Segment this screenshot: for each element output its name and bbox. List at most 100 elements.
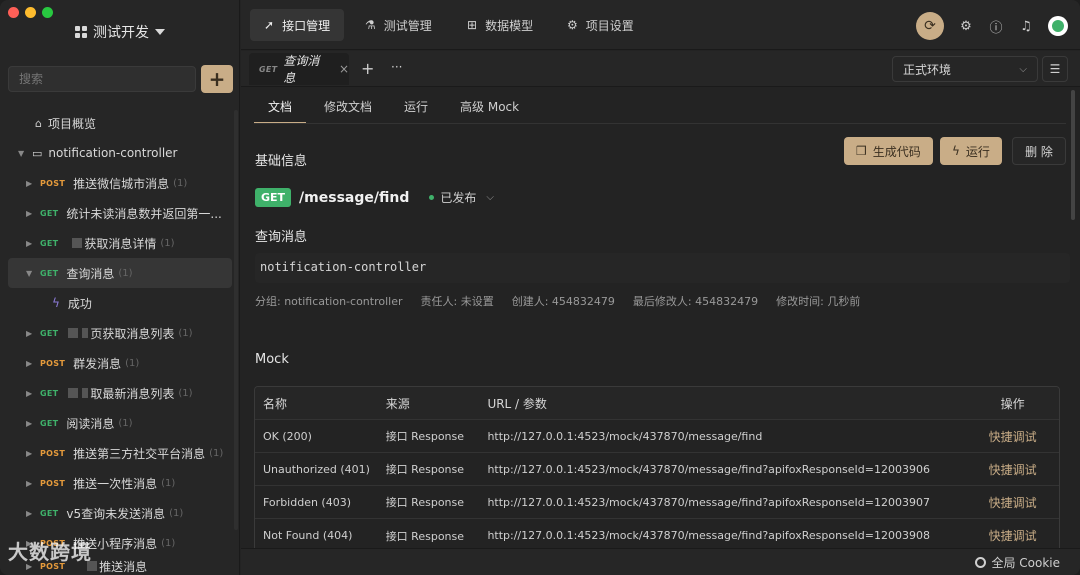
method-badge: POST <box>40 178 66 188</box>
tree-item-selected[interactable]: ▼ GET 查询消息 (1) <box>8 258 232 288</box>
method-badge: GET <box>40 208 59 218</box>
sidebar-scrollbar[interactable] <box>234 110 238 530</box>
chevron-down-icon: ⌵ <box>486 192 494 203</box>
method-badge: POST <box>40 358 66 368</box>
item-label: 推送微信城市消息 <box>73 176 170 191</box>
item-count: (1) <box>125 357 140 369</box>
item-label: 群发消息 <box>73 356 122 371</box>
method-badge: GET <box>40 418 59 428</box>
mock-title: Mock <box>255 352 289 367</box>
maximize-window-button[interactable] <box>42 7 53 18</box>
tree-item[interactable]: ▶ GET v5查询未发送消息 (1) <box>0 498 240 528</box>
cell-url[interactable]: http://127.0.0.1:4523/mock/437870/messag… <box>487 430 966 443</box>
minimize-window-button[interactable] <box>25 7 36 18</box>
bell-icon[interactable]: ♫ <box>1018 18 1034 34</box>
subtab-edit-doc[interactable]: 修改文档 <box>310 88 386 124</box>
new-tab-button[interactable]: + <box>361 59 374 78</box>
project-switcher[interactable]: 测试开发 <box>0 22 240 42</box>
doc-tab-active[interactable]: GET 查询消息 × <box>249 53 349 85</box>
item-label: 成功 <box>67 296 92 311</box>
tree-item[interactable]: ▶ GET 统计未读消息数并返回第一... <box>0 198 240 228</box>
run-button[interactable]: ϟ 运行 <box>940 137 1002 165</box>
cube-icon: ❒ <box>856 144 867 158</box>
caret-right-icon: ▶ <box>26 508 33 518</box>
cell-url[interactable]: http://127.0.0.1:4523/mock/437870/messag… <box>487 496 966 509</box>
close-window-button[interactable] <box>8 7 19 18</box>
header-source: 来源 <box>385 396 410 411</box>
cell-name: OK (200) <box>263 429 312 443</box>
environment-select[interactable]: 正式环境 ⌵ <box>892 56 1038 82</box>
redacted-block <box>82 388 89 398</box>
tree-item[interactable]: ▶ GET 取最新消息列表 (1) <box>0 378 240 408</box>
tree-item-overview[interactable]: ⌂ 项目概览 <box>0 108 240 138</box>
item-count: (1) <box>173 177 188 189</box>
description-block: notification-controller <box>255 253 1070 283</box>
tab-test-management[interactable]: ⚗ 测试管理 <box>351 9 446 41</box>
subtab-run[interactable]: 运行 <box>390 88 442 124</box>
tab-data-model[interactable]: ⊞ 数据模型 <box>453 9 547 41</box>
quick-debug-link[interactable]: 快捷调试 <box>989 529 1037 543</box>
tree-item[interactable]: ▶ POST 推送一次性消息 (1) <box>0 468 240 498</box>
tree-item[interactable]: ▶ GET 获取消息详情 (1) <box>0 228 240 258</box>
gear-icon: ⚙ <box>567 18 578 32</box>
add-button[interactable]: + <box>201 65 233 93</box>
caret-right-icon: ▶ <box>26 478 33 488</box>
tab-project-settings[interactable]: ⚙ 项目设置 <box>553 9 648 41</box>
environment-menu-button[interactable]: ☰ <box>1042 56 1068 82</box>
top-right-icons: ⟳ ⚙ ⓘ ♫ <box>916 12 1068 40</box>
header-url: URL / 参数 <box>487 396 547 411</box>
generate-code-button[interactable]: ❒ 生成代码 <box>844 137 933 165</box>
status-dropdown[interactable]: 已发布 ⌵ <box>429 189 494 206</box>
flask-icon: ⚗ <box>365 18 376 32</box>
item-label: v5查询未发送消息 <box>66 506 166 521</box>
item-count: (1) <box>161 477 176 489</box>
tab-api-management[interactable]: ➚ 接口管理 <box>250 9 345 41</box>
avatar[interactable] <box>1048 16 1068 36</box>
tree-item[interactable]: ▶ POST 群发消息 (1) <box>0 348 240 378</box>
close-icon[interactable]: × <box>339 62 349 76</box>
search-field[interactable] <box>8 66 196 92</box>
method-badge: GET <box>255 188 292 207</box>
delete-button[interactable]: 删 除 <box>1012 137 1066 165</box>
tab-label: 项目设置 <box>585 18 634 33</box>
help-icon[interactable]: ⓘ <box>988 18 1004 36</box>
subtab-advanced-mock[interactable]: 高级 Mock <box>446 88 533 124</box>
grid-icon <box>75 26 87 38</box>
tab-label: 接口管理 <box>282 18 331 33</box>
tab-name: 查询消息 <box>283 54 320 85</box>
settings-icon[interactable]: ⚙ <box>958 18 974 34</box>
environment-label: 正式环境 <box>903 62 952 77</box>
item-label: 统计未读消息数并返回第一... <box>66 206 222 221</box>
caret-right-icon: ▶ <box>26 418 33 428</box>
quick-debug-link[interactable]: 快捷调试 <box>989 496 1037 510</box>
cell-url[interactable]: http://127.0.0.1:4523/mock/437870/messag… <box>487 529 966 542</box>
status-label: 已发布 <box>440 191 477 205</box>
global-cookie-button[interactable]: 全局 Cookie <box>975 554 1060 571</box>
redacted-block <box>68 328 79 338</box>
tree-item[interactable]: ▶ GET 页获取消息列表 (1) <box>0 318 240 348</box>
caret-right-icon: ▶ <box>26 208 33 218</box>
meta-owner: 责任人: 未设置 <box>420 295 494 308</box>
main-scrollbar[interactable] <box>1071 90 1075 220</box>
tree-item[interactable]: ▶ POST 推送第三方社交平台消息 (1) <box>0 438 240 468</box>
more-tabs-button[interactable]: ··· <box>391 60 402 74</box>
quick-debug-link[interactable]: 快捷调试 <box>989 430 1037 444</box>
list-icon: ☰ <box>1049 62 1061 76</box>
tree-folder[interactable]: ▼ ▭ notification-controller <box>0 138 240 168</box>
quick-debug-link[interactable]: 快捷调试 <box>989 463 1037 477</box>
redacted-block <box>72 238 83 248</box>
sync-button[interactable]: ⟳ <box>916 12 944 40</box>
chevron-down-icon: ⌵ <box>1019 63 1027 75</box>
status-dot <box>429 195 435 200</box>
tree-item[interactable]: ▶ GET 阅读消息 (1) <box>0 408 240 438</box>
tab-method: GET <box>259 64 278 74</box>
table-header: 名称 来源 URL / 参数 操作 <box>255 387 1059 420</box>
cell-source: 接口 Response <box>385 529 465 543</box>
refresh-icon: ⟳ <box>924 18 936 34</box>
subtab-doc[interactable]: 文档 <box>254 88 307 124</box>
top-navigation: ➚ 接口管理 ⚗ 测试管理 ⊞ 数据模型 ⚙ 项目设置 ⟳ ⚙ ⓘ ♫ <box>241 0 1080 50</box>
tree-item-response[interactable]: ϟ 成功 <box>0 288 240 318</box>
tree-item[interactable]: ▶ POST 推送微信城市消息 (1) <box>0 168 240 198</box>
search-input[interactable] <box>19 72 185 86</box>
cell-url[interactable]: http://127.0.0.1:4523/mock/437870/messag… <box>487 463 966 476</box>
